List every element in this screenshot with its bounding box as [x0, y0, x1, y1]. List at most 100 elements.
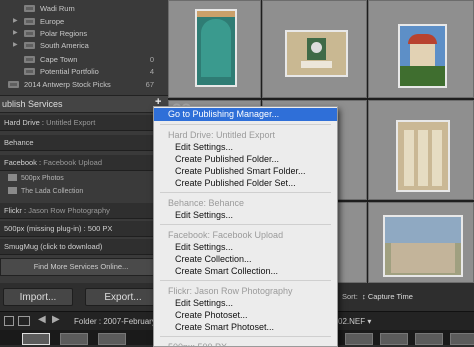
collection-label: 2014 Antwerp Stock Picks	[24, 80, 111, 89]
published-collection-label: 500px Photos	[21, 175, 64, 182]
menu-header-500px-500-px: 500px: 500 PX	[168, 342, 228, 347]
menu-header-hard-drive-untitled-export: Hard Drive: Untitled Export	[168, 130, 276, 140]
service-facebook[interactable]: Facebook : Facebook Upload	[0, 155, 162, 171]
menu-header-facebook-facebook-upload: Facebook: Facebook Upload	[168, 230, 284, 240]
filmstrip-thumbnail[interactable]	[450, 333, 474, 345]
collection-set-icon	[24, 30, 35, 37]
find-more-services-button[interactable]: Find More Services Online...	[0, 258, 162, 276]
photo-thumbnail-gazebo[interactable]	[398, 24, 447, 88]
service-name: 500px (missing plug-in) : 500 PX	[4, 224, 113, 233]
menu-item-create-published-folder-set[interactable]: Create Published Folder Set...	[154, 177, 337, 189]
collection-icon	[24, 68, 35, 75]
sort-order-icon[interactable]: ↕	[362, 292, 366, 301]
collection-item[interactable]: ▶ Europe	[0, 16, 162, 27]
back-arrow-icon[interactable]: ◀	[38, 314, 46, 325]
service-name: Flickr	[4, 206, 22, 215]
disclosure-triangle-icon[interactable]: ▶	[13, 28, 18, 39]
service-name: Hard Drive	[4, 118, 40, 127]
collection-item[interactable]: Potential Portfolio 4	[0, 66, 162, 77]
service-subtitle: Jason Row Photography	[28, 206, 110, 215]
menu-item-create-published-smart-folder[interactable]: Create Published Smart Folder...	[154, 165, 337, 177]
collection-label: Europe	[40, 17, 65, 26]
photo-thumbnail-gate[interactable]	[285, 30, 348, 77]
published-collection-icon	[8, 174, 17, 181]
published-collection-item[interactable]: The Lada Collection	[8, 186, 83, 198]
menu-item-go-to-publishing-manager[interactable]: Go to Publishing Manager...	[154, 108, 337, 121]
menu-header-behance-behance: Behance: Behance	[168, 198, 245, 208]
collection-count: 67	[145, 80, 154, 89]
menu-separator	[160, 336, 331, 337]
filmstrip-thumbnail[interactable]	[60, 333, 88, 345]
photo-thumbnail-green-door[interactable]	[195, 9, 237, 87]
collection-label: Cape Town	[40, 55, 78, 64]
grid-cell[interactable]	[262, 0, 367, 98]
menu-item-edit-settings[interactable]: Edit Settings...	[154, 241, 337, 253]
menu-item-create-photoset[interactable]: Create Photoset...	[154, 309, 337, 321]
disclosure-triangle-icon[interactable]: ▶	[13, 16, 18, 27]
service-flickr[interactable]: Flickr : Jason Row Photography	[0, 203, 162, 219]
collection-item[interactable]: 2014 Antwerp Stock Picks 67	[0, 79, 162, 90]
collection-set-icon	[24, 18, 35, 25]
service-behance[interactable]: Behance	[0, 135, 162, 151]
filmstrip-thumbnail[interactable]	[415, 333, 443, 345]
menu-item-create-published-folder[interactable]: Create Published Folder...	[154, 153, 337, 165]
collection-label: South America	[40, 41, 89, 50]
collection-set-icon	[24, 5, 35, 12]
grid-cell[interactable]	[168, 0, 261, 98]
collection-label: Wadi Rum	[40, 4, 75, 13]
chevron-down-icon: ▾	[367, 317, 372, 326]
grid-cell[interactable]	[368, 100, 474, 200]
service-hard-drive[interactable]: Hard Drive : Untitled Export	[0, 115, 162, 131]
sort-label: Sort:	[342, 292, 358, 301]
grid-view-icon[interactable]	[4, 316, 14, 326]
filmstrip-thumbnail[interactable]	[22, 333, 50, 345]
file-name-dropdown[interactable]: 02.NEF ▾	[338, 317, 371, 326]
published-collection-item[interactable]: 500px Photos	[8, 173, 64, 185]
collection-set-icon	[24, 42, 35, 49]
filmstrip-thumbnail[interactable]	[380, 333, 408, 345]
import-export-bar: Import... Export...	[0, 283, 168, 311]
photo-thumbnail-street[interactable]	[383, 215, 463, 277]
service-smugmug[interactable]: SmugMug (click to download)	[0, 239, 162, 255]
menu-header-flickr-jason-row-photography: Flickr: Jason Row Photography	[168, 286, 293, 296]
export-button[interactable]: Export...	[85, 288, 161, 306]
import-button[interactable]: Import...	[3, 288, 73, 306]
publish-services-menu: Go to Publishing Manager... Hard Drive: U…	[153, 106, 338, 347]
collection-label: Potential Portfolio	[40, 67, 99, 76]
folder-path: Folder : 2007-February	[74, 317, 156, 326]
service-name: SmugMug (click to download)	[4, 242, 103, 251]
sort-dropdown[interactable]: ↕ Capture Time	[362, 292, 413, 301]
disclosure-triangle-icon[interactable]: ▶	[13, 40, 18, 51]
menu-item-edit-settings[interactable]: Edit Settings...	[154, 297, 337, 309]
grid-cell[interactable]	[368, 202, 474, 283]
filmstrip-thumbnail[interactable]	[98, 333, 126, 345]
collection-item[interactable]: Cape Town 0	[0, 54, 162, 65]
photo-thumbnail-arcade[interactable]	[396, 120, 450, 192]
menu-separator	[160, 124, 331, 125]
service-500px[interactable]: 500px (missing plug-in) : 500 PX	[0, 221, 162, 237]
menu-item-edit-settings[interactable]: Edit Settings...	[154, 141, 337, 153]
service-name: Facebook	[4, 158, 37, 167]
collection-item[interactable]: ▶ Polar Regions	[0, 28, 162, 39]
service-subtitle: Facebook Upload	[43, 158, 102, 167]
collection-count: 4	[149, 67, 154, 76]
collection-item[interactable]: Wadi Rum	[0, 3, 162, 14]
collection-icon	[8, 81, 19, 88]
published-collection-icon	[8, 187, 17, 194]
publish-services-header[interactable]: ublish Services	[0, 95, 168, 113]
collection-icon	[24, 56, 35, 63]
collection-label: Polar Regions	[40, 29, 88, 38]
collection-count: 0	[149, 55, 154, 64]
service-subtitle: Untitled Export	[46, 118, 96, 127]
second-window-icon[interactable]	[18, 316, 30, 326]
published-collection-label: The Lada Collection	[21, 188, 84, 195]
menu-item-create-collection[interactable]: Create Collection...	[154, 253, 337, 265]
menu-item-create-smart-collection[interactable]: Create Smart Collection...	[154, 265, 337, 277]
menu-item-create-smart-photoset[interactable]: Create Smart Photoset...	[154, 321, 337, 333]
grid-cell[interactable]	[368, 0, 474, 98]
menu-item-edit-settings[interactable]: Edit Settings...	[154, 209, 337, 221]
menu-separator	[160, 192, 331, 193]
forward-arrow-icon[interactable]: ▶	[52, 314, 60, 325]
filmstrip-thumbnail[interactable]	[345, 333, 373, 345]
collection-item[interactable]: ▶ South America	[0, 40, 162, 51]
